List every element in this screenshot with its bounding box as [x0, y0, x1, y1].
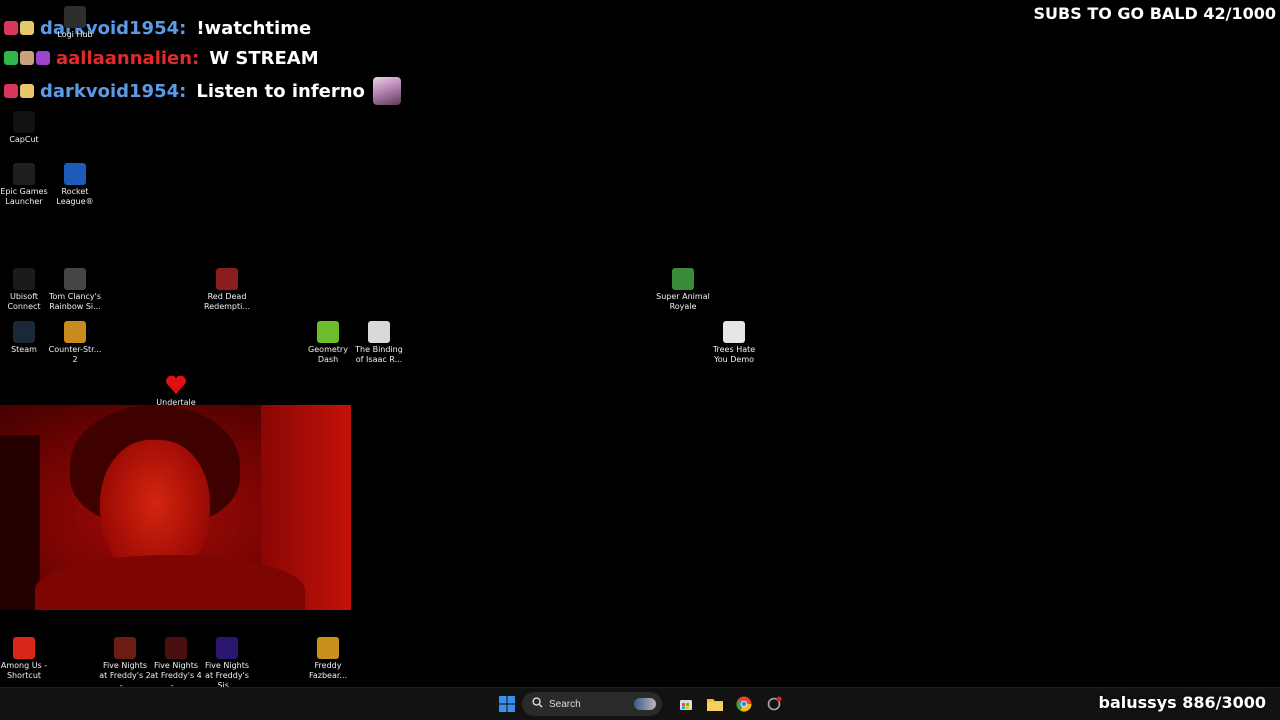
desktop-shortcut-label: The Binding of Isaac R... — [355, 345, 403, 364]
desktop-shortcut-label: Among Us - Shortcut — [0, 661, 48, 680]
ubisoft-icon — [13, 268, 35, 290]
chat-text: !watchtime — [196, 17, 312, 39]
desktop-shortcut-label: Epic Games Launcher — [0, 187, 48, 206]
geometry-dash-icon — [317, 321, 339, 343]
desktop-shortcut-freddy-fazbear[interactable]: Freddy Fazbear... — [301, 637, 355, 681]
chat-badges — [4, 51, 50, 65]
desktop-shortcut-label: Freddy Fazbear... — [308, 661, 348, 680]
chrome-icon[interactable] — [732, 692, 756, 716]
chat-badge-icon — [4, 84, 18, 98]
desktop-shortcut-label: Red Dead Redempti... — [204, 292, 250, 311]
desktop-shortcut-label: Steam — [11, 345, 37, 354]
red-dead-icon — [216, 268, 238, 290]
logitech-icon[interactable] — [762, 692, 786, 716]
chat-username: aallaannalien: — [56, 47, 200, 69]
chat-badge-icon — [4, 21, 18, 35]
desktop-shortcut-logi-hub[interactable]: Logi Hub — [48, 6, 102, 40]
desktop-shortcut-label: Counter-Str... 2 — [48, 345, 102, 364]
search-icon — [532, 697, 543, 711]
windows-start-icon[interactable] — [495, 692, 519, 716]
desktop-shortcut-label: Tom Clancy's Rainbow Si... — [48, 292, 102, 311]
desktop-shortcut-epic[interactable]: Epic Games Launcher — [0, 163, 51, 207]
undertale-heart-icon — [165, 374, 187, 396]
desktop-shortcut-cs2[interactable]: Counter-Str... 2 — [48, 321, 102, 365]
chat-badge-icon — [4, 51, 18, 65]
fnaf4-icon — [165, 637, 187, 659]
desktop-shortcut-fnaf4[interactable]: Five Nights at Freddy's 4 -... — [149, 637, 203, 691]
desktop-shortcut-label: Geometry Dash — [308, 345, 348, 364]
desktop-shortcut-fnaf2[interactable]: Five Nights at Freddy's 2 -... — [98, 637, 152, 691]
capcut-icon — [13, 111, 35, 133]
desktop-shortcut-rainbow-six[interactable]: Tom Clancy's Rainbow Si... — [48, 268, 102, 312]
webcam-background-door — [0, 435, 40, 610]
subs-goal-counter: SUBS TO GO BALD 42/1000 — [1033, 4, 1276, 23]
counter-strike-icon — [64, 321, 86, 343]
chat-badge-icon — [36, 51, 50, 65]
balussys-counter: balussys 886/3000 — [1098, 693, 1266, 712]
desktop-shortcut-label: CapCut — [9, 135, 39, 144]
desktop-shortcut-rdr[interactable]: Red Dead Redempti... — [200, 268, 254, 312]
fnaf2-icon — [114, 637, 136, 659]
desktop-shortcut-ubisoft[interactable]: Ubisoft Connect — [0, 268, 51, 312]
chat-message: darkvoid1954: Listen to inferno — [4, 76, 401, 106]
desktop-shortcut-trees-hate-you[interactable]: Trees Hate You Demo — [707, 321, 761, 365]
taskbar-search-input[interactable]: Search — [522, 692, 662, 716]
chat-badge-icon — [20, 84, 34, 98]
desktop-shortcut-capcut[interactable]: CapCut — [0, 111, 51, 145]
freddy-fazbear-icon — [317, 637, 339, 659]
chat-badges — [4, 21, 34, 35]
fnaf-sister-location-icon — [216, 637, 238, 659]
chat-message: aallaannalien: W STREAM — [4, 43, 319, 73]
desktop-shortcut-label: Ubisoft Connect — [7, 292, 41, 311]
search-label: Search — [549, 698, 581, 710]
desktop-shortcut-label: Logi Hub — [57, 30, 93, 39]
chat-badge-icon — [20, 21, 34, 35]
among-us-icon — [13, 637, 35, 659]
desktop-shortcut-label: Trees Hate You Demo — [712, 345, 756, 364]
desktop-shortcut-steam[interactable]: Steam — [0, 321, 51, 355]
rocket-league-icon — [64, 163, 86, 185]
epic-games-icon — [13, 163, 35, 185]
chat-text: Listen to inferno — [196, 80, 365, 102]
desktop-shortcut-fnaf-sl[interactable]: Five Nights at Freddy's Sis... — [200, 637, 254, 691]
search-highlight-icon — [634, 698, 656, 710]
desktop-shortcut-rocket-league[interactable]: Rocket League® — [48, 163, 102, 207]
logitech-icon — [64, 6, 86, 28]
chat-username: darkvoid1954: — [40, 80, 187, 102]
desktop-shortcut-label: Super Animal Royale — [656, 292, 710, 311]
trees-hate-you-icon — [723, 321, 745, 343]
file-explorer-icon[interactable] — [703, 692, 727, 716]
super-animal-royale-icon — [672, 268, 694, 290]
rainbow-six-icon — [64, 268, 86, 290]
chat-badges — [4, 84, 34, 98]
store-icon[interactable] — [674, 692, 698, 716]
chat-text: W STREAM — [209, 47, 319, 69]
desktop-shortcut-isaac[interactable]: The Binding of Isaac R... — [352, 321, 406, 365]
taskbar: Search balussys 886/3000 — [0, 687, 1280, 720]
desktop-shortcut-undertale[interactable]: Undertale — [149, 374, 203, 408]
desktop-shortcut-among-us[interactable]: Among Us - Shortcut — [0, 637, 51, 681]
webcam-feed — [0, 405, 351, 610]
steam-icon — [13, 321, 35, 343]
binding-of-isaac-icon — [368, 321, 390, 343]
chat-badge-icon — [20, 51, 34, 65]
chat-emote-icon — [372, 77, 401, 105]
desktop-shortcut-label: Rocket League® — [56, 187, 94, 206]
desktop-shortcut-super-animal[interactable]: Super Animal Royale — [656, 268, 710, 312]
desktop-shortcut-geometry-dash[interactable]: Geometry Dash — [301, 321, 355, 365]
